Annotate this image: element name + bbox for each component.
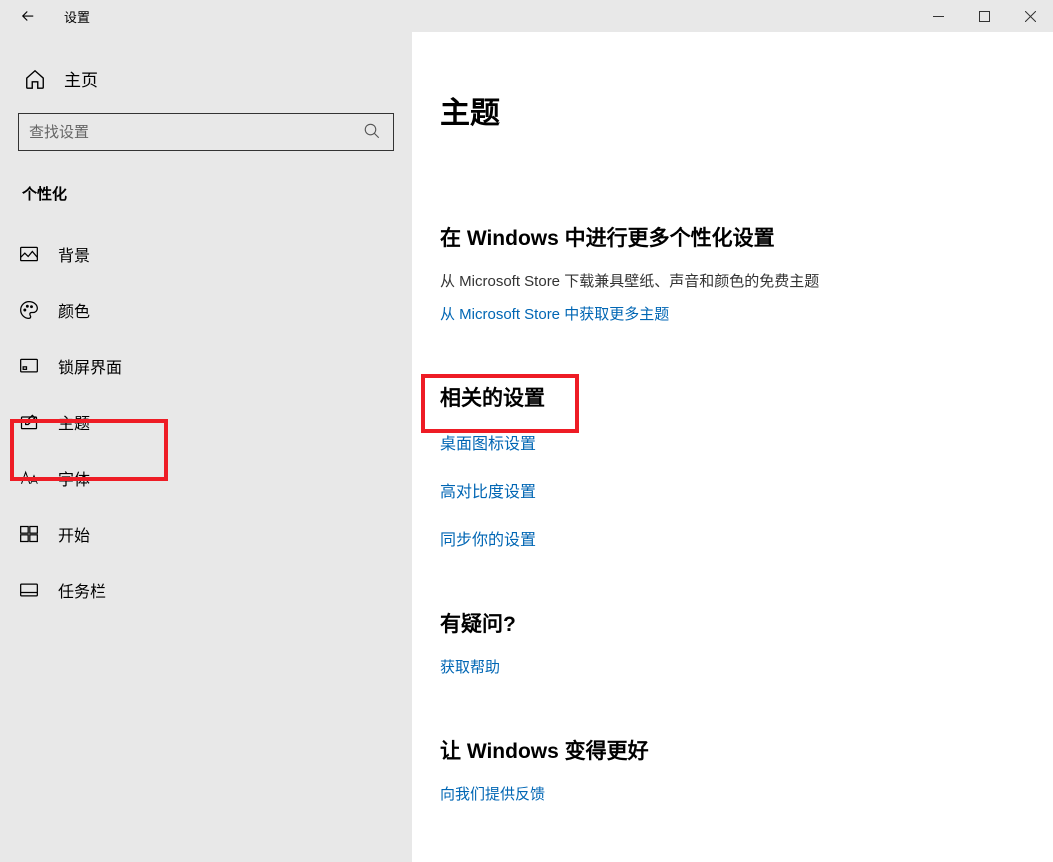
minimize-icon [933,11,944,22]
group-more-personalization: 在 Windows 中进行更多个性化设置 从 Microsoft Store 下… [440,222,1025,324]
maximize-button[interactable] [961,0,1007,32]
group-description: 从 Microsoft Store 下载兼具壁纸、声音和颜色的免费主题 [440,270,1025,291]
group-related-settings: 相关的设置 桌面图标设置 高对比度设置 同步你的设置 [440,382,1025,550]
section-header: 个性化 [18,183,394,204]
search-input[interactable] [29,124,363,141]
palette-icon [18,299,40,321]
close-icon [1025,11,1036,22]
minimize-button[interactable] [915,0,961,32]
get-help-link[interactable]: 获取帮助 [440,656,1025,677]
window-title: 设置 [64,7,90,26]
font-icon [18,467,40,489]
sync-settings-link[interactable]: 同步你的设置 [440,526,1025,550]
group-title: 相关的设置 [440,382,1025,412]
sidebar-item-lockscreen[interactable]: 锁屏界面 [12,338,394,394]
sidebar-item-label: 主题 [58,410,90,434]
sidebar-item-fonts[interactable]: 字体 [12,450,394,506]
sidebar-item-start[interactable]: 开始 [12,506,394,562]
group-title: 让 Windows 变得更好 [440,735,1025,765]
home-icon [24,68,46,90]
taskbar-icon [18,579,40,601]
lockscreen-icon [18,355,40,377]
close-button[interactable] [1007,0,1053,32]
main-content: 主题 在 Windows 中进行更多个性化设置 从 Microsoft Stor… [412,32,1053,862]
sidebar-item-label: 字体 [58,466,90,490]
group-feedback: 让 Windows 变得更好 向我们提供反馈 [440,735,1025,804]
search-box[interactable] [18,113,394,151]
sidebar-item-themes[interactable]: 主题 [12,394,394,450]
group-title: 有疑问? [440,608,1025,638]
sidebar-item-label: 任务栏 [58,578,106,602]
sidebar-item-label: 背景 [58,242,90,266]
picture-icon [18,243,40,265]
titlebar: 设置 [0,0,1053,32]
sidebar-item-taskbar[interactable]: 任务栏 [12,562,394,618]
back-button[interactable] [16,4,40,28]
search-icon [363,122,383,142]
window-controls [915,0,1053,32]
desktop-icon-settings-link[interactable]: 桌面图标设置 [440,430,1025,454]
sidebar-item-label: 颜色 [58,298,90,322]
arrow-left-icon [19,7,37,25]
sidebar-item-label: 开始 [58,522,90,546]
sidebar-item-background[interactable]: 背景 [12,226,394,282]
sidebar-item-label: 锁屏界面 [58,354,122,378]
start-icon [18,523,40,545]
group-questions: 有疑问? 获取帮助 [440,608,1025,677]
maximize-icon [979,11,990,22]
feedback-link[interactable]: 向我们提供反馈 [440,783,1025,804]
home-link[interactable]: 主页 [18,50,394,113]
sidebar-item-colors[interactable]: 颜色 [12,282,394,338]
group-title: 在 Windows 中进行更多个性化设置 [440,222,1025,252]
sidebar: 主页 个性化 背景 颜色 锁屏界面 [0,32,412,862]
store-themes-link[interactable]: 从 Microsoft Store 中获取更多主题 [440,303,1025,324]
theme-icon [18,411,40,433]
home-label: 主页 [64,66,98,91]
high-contrast-settings-link[interactable]: 高对比度设置 [440,478,1025,502]
page-title: 主题 [440,88,1025,132]
